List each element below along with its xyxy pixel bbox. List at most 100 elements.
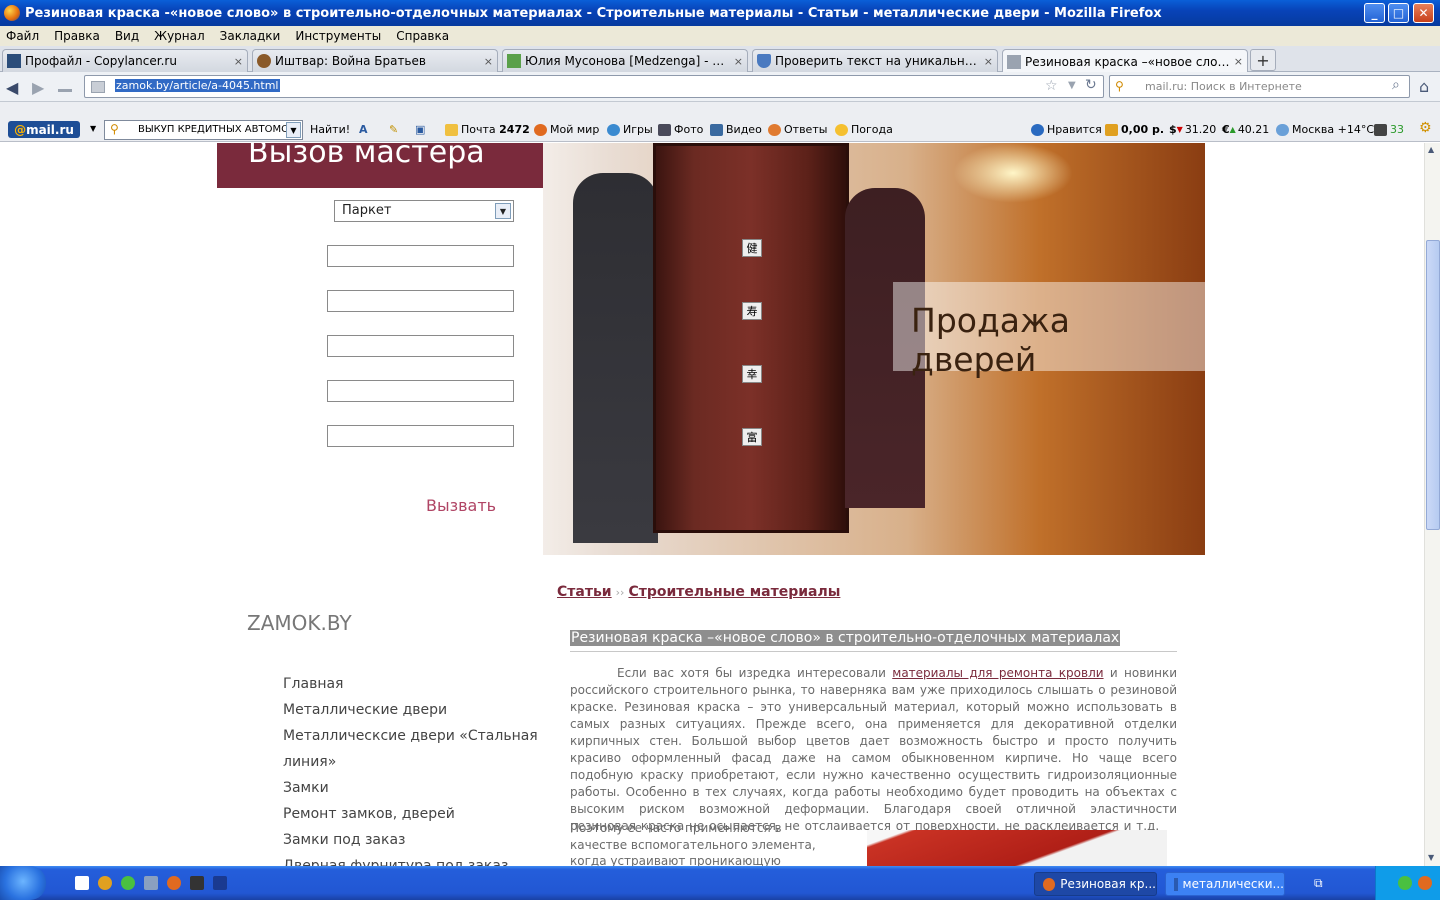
forward-arrow-icon[interactable]: ▶ bbox=[32, 78, 44, 97]
maximize-button[interactable]: □ bbox=[1388, 3, 1409, 23]
roofing-materials-link[interactable]: материалы для ремонта кровли bbox=[892, 666, 1103, 680]
balance-link[interactable]: 0,00 р. bbox=[1105, 123, 1164, 136]
bookmark-star-icon[interactable]: ☆ bbox=[1045, 78, 1058, 94]
url-bar[interactable]: zamok.by/article/a-4045.html ☆ ▼ ↻ bbox=[84, 75, 1104, 98]
myworld-link[interactable]: Мой мир bbox=[534, 123, 599, 136]
start-button[interactable] bbox=[0, 866, 46, 900]
highlighter-icon[interactable]: ✎ bbox=[389, 123, 398, 136]
menu-tools[interactable]: Инструменты bbox=[295, 29, 381, 43]
sidebar-item-steel-line[interactable]: Металлическсие двери «Стальная bbox=[283, 728, 538, 744]
taskbar-item-word[interactable]: металлически... bbox=[1165, 872, 1285, 896]
find-button[interactable]: Найти! bbox=[310, 123, 350, 136]
close-button[interactable]: ✕ bbox=[1413, 3, 1434, 23]
fx-icon[interactable] bbox=[190, 876, 204, 890]
chevron-down-icon[interactable]: ▼ bbox=[495, 203, 511, 219]
history-dropdown-icon[interactable]: ▼ bbox=[1068, 80, 1076, 91]
games-link[interactable]: Игры bbox=[607, 123, 653, 136]
weather-link[interactable]: Погода bbox=[835, 123, 893, 136]
eur-rate[interactable]: € ▲ 40.21 bbox=[1222, 123, 1269, 136]
form-field-1[interactable] bbox=[327, 245, 514, 267]
vertical-scrollbar[interactable]: ▲ ▼ bbox=[1424, 143, 1440, 866]
likes-link[interactable]: Нравится bbox=[1031, 123, 1102, 136]
tab-close-icon[interactable]: × bbox=[984, 55, 993, 68]
logo-dropdown-icon[interactable]: ▼ bbox=[90, 124, 96, 133]
menu-edit[interactable]: Правка bbox=[54, 29, 100, 43]
network-icon[interactable] bbox=[144, 876, 158, 890]
tab-uniqueness[interactable]: Проверить текст на уникальность онл... × bbox=[752, 49, 998, 72]
mailru-logo[interactable]: @ mail.ru bbox=[8, 121, 80, 138]
scrollbar-thumb[interactable] bbox=[1426, 240, 1440, 530]
tab-close-icon[interactable]: × bbox=[234, 55, 243, 68]
photo-link[interactable]: Фото bbox=[658, 123, 703, 136]
tab-portfolio[interactable]: Юлия Мусонова [Medzenga] - Портфолио × bbox=[502, 49, 748, 72]
tab-ishtvar[interactable]: Иштвар: Война Братьев × bbox=[252, 49, 498, 72]
sidebar-item-custom-locks[interactable]: Замки под заказ bbox=[283, 832, 405, 848]
breadcrumb-building-materials[interactable]: Строительные материалы bbox=[628, 584, 840, 600]
video-link[interactable]: Видео bbox=[710, 123, 762, 136]
mail-link[interactable]: Почта 2472 bbox=[445, 123, 530, 136]
url-text[interactable]: zamok.by/article/a-4045.html bbox=[115, 79, 280, 92]
title-bar: Резиновая краска -«новое слово» в строит… bbox=[0, 0, 1440, 26]
signal-icon bbox=[58, 80, 72, 92]
mailru-search-input[interactable]: ⚲ ВЫКУП КРЕДИТНЫХ АВТОМО ▼ bbox=[104, 120, 303, 140]
firefox-taskbar-icon[interactable] bbox=[167, 876, 181, 890]
tab-rubber-paint[interactable]: Резиновая краска –«новое слово» в ст... … bbox=[1002, 49, 1248, 73]
form-field-4[interactable] bbox=[327, 380, 514, 402]
likes-label: Нравится bbox=[1047, 123, 1102, 136]
menu-file[interactable]: Файл bbox=[6, 29, 39, 43]
quicklaunch-font-icon[interactable] bbox=[75, 876, 89, 890]
sidebar-item-repair[interactable]: Ремонт замков, дверей bbox=[283, 806, 455, 822]
call-button[interactable]: Вызвать bbox=[426, 496, 496, 515]
tab-close-icon[interactable]: × bbox=[734, 55, 743, 68]
scroll-up-arrow-icon[interactable]: ▲ bbox=[1428, 145, 1434, 154]
tab-close-icon[interactable]: × bbox=[1234, 55, 1243, 68]
traffic-link[interactable]: 33 bbox=[1374, 123, 1404, 136]
minimize-button[interactable]: _ bbox=[1364, 3, 1385, 23]
menu-view[interactable]: Вид bbox=[115, 29, 139, 43]
sidebar-item-locks[interactable]: Замки bbox=[283, 780, 329, 796]
desktop-icon[interactable] bbox=[213, 876, 227, 890]
sidebar-item-steel-line-cont[interactable]: линия» bbox=[283, 754, 336, 770]
reload-icon[interactable]: ↻ bbox=[1085, 77, 1097, 93]
form-field-5[interactable] bbox=[327, 425, 514, 447]
breadcrumb: Статьи ›› Строительные материалы bbox=[557, 584, 840, 600]
mailru-search-dropdown[interactable]: ▼ bbox=[286, 122, 301, 138]
sidebar-item-metal-doors[interactable]: Металлические двери bbox=[283, 702, 447, 718]
door-sale-banner[interactable]: 健 寿 幸 富 Продажа дверей bbox=[543, 143, 1205, 555]
form-field-2[interactable] bbox=[327, 290, 514, 312]
cloud-icon bbox=[1276, 123, 1289, 136]
sidebar-item-hardware[interactable]: Дверная фурнитура под заказ bbox=[283, 858, 508, 866]
settings-gear-icon[interactable]: ⚙ bbox=[1419, 120, 1432, 136]
site-identity-icon[interactable] bbox=[91, 81, 105, 93]
service-select[interactable]: Паркет ▼ bbox=[334, 200, 514, 222]
scroll-down-arrow-icon[interactable]: ▼ bbox=[1428, 853, 1434, 862]
icq-icon[interactable] bbox=[121, 876, 135, 890]
chrome-icon[interactable] bbox=[98, 876, 112, 890]
shield-icon bbox=[757, 54, 771, 68]
desktop-restore-icon[interactable]: ⧉ bbox=[1314, 876, 1323, 891]
screenshot-icon[interactable]: ▣ bbox=[415, 123, 425, 136]
tray-app-icon[interactable] bbox=[1418, 876, 1432, 890]
breadcrumb-separator: ›› bbox=[615, 586, 625, 599]
menu-bookmarks[interactable]: Закладки bbox=[220, 29, 281, 43]
back-arrow-icon[interactable]: ◀ bbox=[6, 78, 18, 97]
search-icon[interactable]: ⌕ bbox=[1392, 77, 1400, 93]
service-select-value: Паркет bbox=[342, 203, 392, 218]
home-icon[interactable]: ⌂ bbox=[1419, 77, 1429, 96]
font-size-icon[interactable]: A bbox=[359, 123, 368, 136]
usd-rate[interactable]: $ ▼ 31.20 bbox=[1169, 123, 1216, 136]
weather-city[interactable]: Москва +14°C bbox=[1276, 123, 1374, 136]
answers-link[interactable]: Ответы bbox=[768, 123, 827, 136]
tab-close-icon[interactable]: × bbox=[484, 55, 493, 68]
menu-help[interactable]: Справка bbox=[396, 29, 449, 43]
tab-copylancer[interactable]: Профайл - Copylancer.ru × bbox=[2, 49, 248, 72]
sidebar-item-home[interactable]: Главная bbox=[283, 676, 343, 692]
taskbar-item-firefox[interactable]: Резиновая кр... bbox=[1034, 872, 1157, 896]
new-tab-button[interactable]: + bbox=[1250, 49, 1276, 71]
search-input[interactable]: ⚲ mail.ru: Поиск в Интернете ⌕ bbox=[1109, 75, 1410, 98]
form-field-3[interactable] bbox=[327, 335, 514, 357]
breadcrumb-articles[interactable]: Статьи bbox=[557, 584, 612, 600]
search-engine-icon[interactable]: ⚲ bbox=[1115, 79, 1124, 93]
tray-network-icon[interactable] bbox=[1398, 876, 1412, 890]
menu-history[interactable]: Журнал bbox=[154, 29, 205, 43]
